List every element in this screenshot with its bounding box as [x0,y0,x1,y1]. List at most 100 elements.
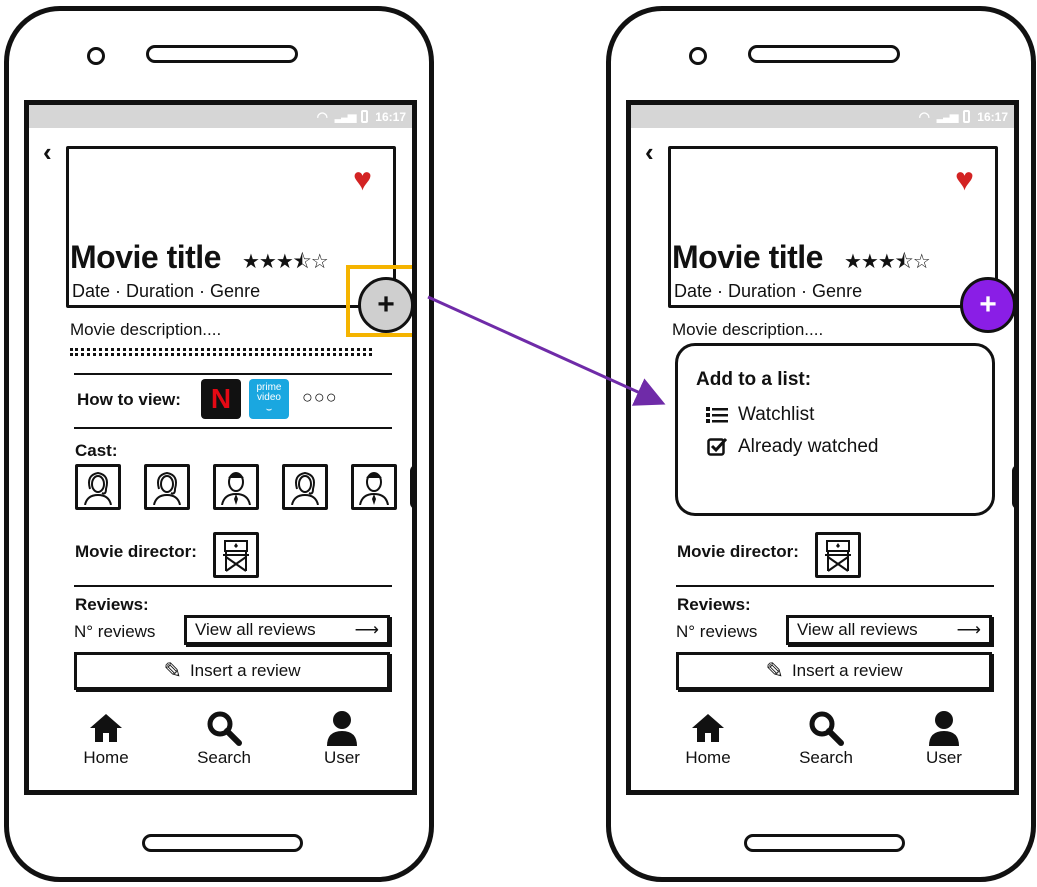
wifi-icon: ◠ [918,108,930,124]
home-bar [142,834,303,852]
cast-label: Cast: [75,441,118,460]
director-chair-icon[interactable] [213,532,259,578]
popup-item-watchlist[interactable]: Watchlist [706,405,974,424]
cast-member-woman-icon[interactable] [282,464,328,510]
reviews-label: Reviews: [75,595,149,614]
heart-icon[interactable]: ♥ [955,163,974,195]
cast-scroll-handle[interactable] [1012,465,1014,509]
movie-description: Movie description.... [672,320,824,339]
cast-member-woman-icon[interactable] [75,464,121,510]
add-to-list-button[interactable]: + [358,277,412,333]
pencil-icon: ✎ [765,658,784,683]
camera [87,47,105,65]
nav-home-label: Home [83,748,129,767]
nav-search-label: Search [799,748,853,767]
speaker [748,45,900,63]
back-chevron-icon[interactable]: ‹ [645,139,654,165]
list-icon [706,406,728,424]
plus-icon: + [377,288,395,321]
phone-mockup-after: ◠ ▂▃▅ 16:17 ‹ ♥ Movie title ★★★⯪☆ Date ·… [606,6,1036,882]
status-time: 16:17 [977,109,1008,124]
view-all-reviews-label: View all reviews [195,620,316,639]
camera [689,47,707,65]
divider [74,427,392,429]
battery-icon [963,110,971,123]
arrow-right-icon: ⟶ [354,620,379,639]
cast-member-woman-icon[interactable] [144,464,190,510]
divider [74,373,392,375]
nav-home-label: Home [685,748,731,767]
phone-mockup-before: ◠ ▂▃▅ 16:17 ‹ ♥ Movie title ★★★⯪☆ Date ·… [4,6,434,882]
search-icon [206,710,242,746]
plus-icon: + [979,288,997,321]
how-to-view-label: How to view: [77,390,181,409]
status-time: 16:17 [375,109,406,124]
description-placeholder-text [70,348,372,356]
insert-review-label: Insert a review [189,661,301,680]
status-bar: ◠ ▂▃▅ 16:17 [631,105,1014,128]
status-bar: ◠ ▂▃▅ 16:17 [29,105,412,128]
movie-meta: Date · Duration · Genre [72,281,261,301]
view-all-reviews-button[interactable]: View all reviews ⟶ [786,615,992,645]
home-bar [744,834,905,852]
netflix-logo[interactable]: N [201,379,241,419]
checkbox-icon [706,436,728,456]
review-count: N° reviews [676,622,758,641]
nav-search[interactable]: Search [184,710,264,768]
divider [74,585,392,587]
nav-home[interactable]: Home [668,710,748,768]
movie-title: Movie title [70,239,221,275]
nav-user-label: User [926,748,962,767]
rating-stars: ★★★⯪☆ [844,251,931,273]
screen: ◠ ▂▃▅ 16:17 ‹ ♥ Movie title ★★★⯪☆ Date ·… [626,100,1019,795]
wifi-icon: ◠ [316,108,328,124]
popup-title: Add to a list: [696,369,812,390]
cast-member-man-icon[interactable] [213,464,259,510]
director-chair-icon[interactable] [815,532,861,578]
back-chevron-icon[interactable]: ‹ [43,139,52,165]
more-services-icon[interactable]: ○○○ [302,388,338,406]
nav-user[interactable]: User [904,710,984,768]
smile-arrow-icon: ⌣ [265,403,273,415]
nav-user[interactable]: User [302,710,382,768]
battery-icon [361,110,369,123]
prime-video-logo[interactable]: prime video ⌣ [249,379,289,419]
cast-scroll-handle[interactable] [410,465,412,509]
user-icon [326,710,358,746]
movie-director-label: Movie director: [677,542,799,561]
popup-item-label: Already watched [738,435,879,457]
view-all-reviews-label: View all reviews [797,620,918,639]
add-to-list-button-active[interactable]: + [960,277,1014,333]
signal-icon: ▂▃▅ [334,111,356,123]
movie-title: Movie title [672,239,823,275]
home-icon [690,710,726,746]
movie-meta: Date · Duration · Genre [674,281,863,301]
add-to-list-popup: Add to a list: Watchlist Already watched [675,343,995,516]
rating-stars: ★★★⯪☆ [242,251,329,273]
speaker [146,45,298,63]
heart-icon[interactable]: ♥ [353,163,372,195]
movie-description: Movie description.... [70,320,222,339]
movie-director-label: Movie director: [75,542,197,561]
popup-item-label: Watchlist [738,404,815,425]
cast-member-man-icon[interactable] [351,464,397,510]
insert-review-label: Insert a review [791,661,903,680]
home-icon [88,710,124,746]
nav-home[interactable]: Home [66,710,146,768]
signal-icon: ▂▃▅ [936,111,958,123]
prime-line2: video [257,392,281,404]
nav-user-label: User [324,748,360,767]
arrow-right-icon: ⟶ [956,620,981,639]
search-icon [808,710,844,746]
nav-search-label: Search [197,748,251,767]
user-icon [928,710,960,746]
divider [676,585,994,587]
view-all-reviews-button[interactable]: View all reviews ⟶ [184,615,390,645]
pencil-icon: ✎ [163,658,182,683]
reviews-label: Reviews: [677,595,751,614]
insert-review-button[interactable]: ✎ Insert a review [74,652,390,690]
insert-review-button[interactable]: ✎ Insert a review [676,652,992,690]
screen: ◠ ▂▃▅ 16:17 ‹ ♥ Movie title ★★★⯪☆ Date ·… [24,100,417,795]
popup-item-already-watched[interactable]: Already watched [706,436,974,456]
nav-search[interactable]: Search [786,710,866,768]
